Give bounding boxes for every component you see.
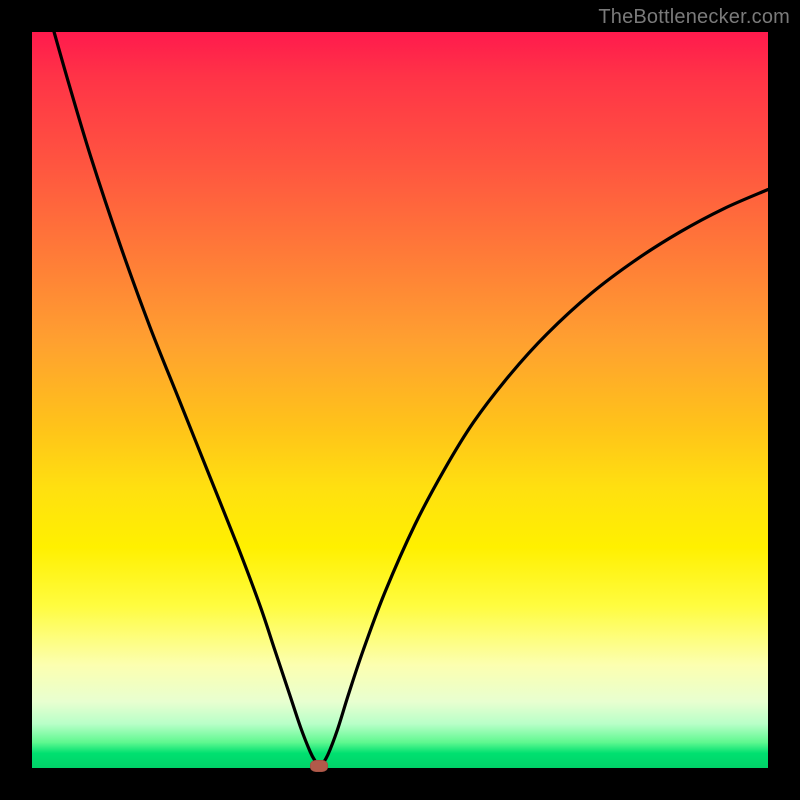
watermark-text: TheBottlenecker.com [598,6,790,29]
curve-path [54,32,768,766]
bottleneck-curve [32,32,768,768]
optimum-marker [310,760,328,772]
plot-area [32,32,768,768]
chart-frame: TheBottlenecker.com [0,0,800,800]
